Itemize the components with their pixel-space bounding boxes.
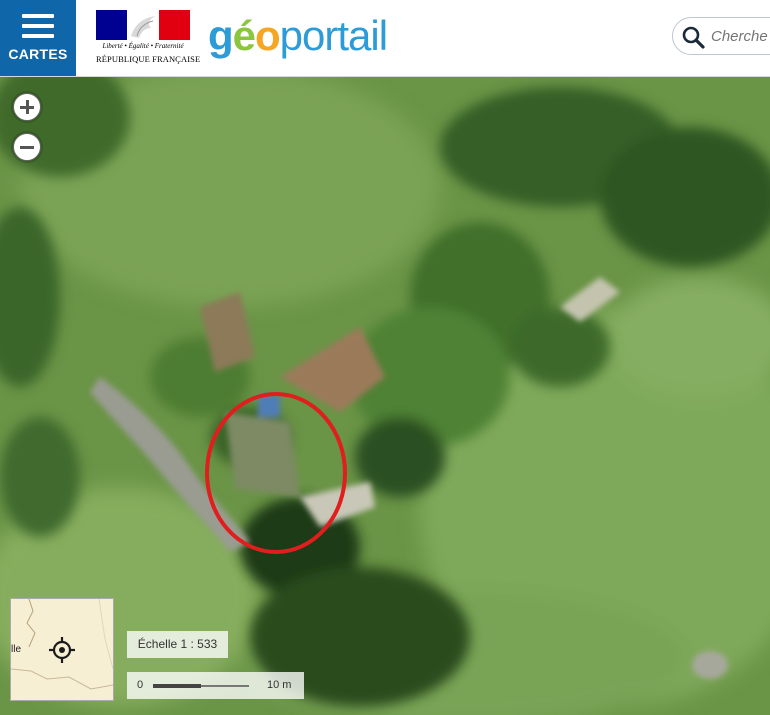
scale-bar: 0 10 m — [127, 672, 304, 699]
header-bar: CARTES Liberté • Égalité • Fraternité RÉ… — [0, 0, 770, 77]
scale-line — [153, 684, 249, 688]
zoom-in-button[interactable] — [13, 93, 41, 121]
menu-label: CARTES — [8, 46, 68, 62]
brand-part-e: é — [232, 12, 256, 59]
flag-icon — [96, 10, 190, 40]
aerial-map[interactable] — [0, 77, 770, 715]
minimap-place-label: lle — [11, 644, 22, 655]
menu-button[interactable]: CARTES — [0, 0, 76, 76]
logo-name: RÉPUBLIQUE FRANÇAISE — [96, 54, 201, 64]
overview-minimap[interactable]: lle — [10, 598, 114, 701]
hamburger-icon — [22, 14, 54, 38]
search-icon[interactable] — [681, 25, 705, 49]
brand-part-rest: portail — [279, 12, 388, 59]
zoom-out-button[interactable] — [13, 133, 41, 161]
brand-part-g: g — [208, 12, 234, 59]
aerial-imagery — [0, 77, 770, 715]
scale-end-label: 10 m — [267, 679, 292, 691]
search-box[interactable] — [672, 17, 770, 55]
republique-francaise-logo[interactable]: Liberté • Égalité • Fraternité RÉPUBLIQU… — [96, 10, 201, 66]
scale-start-label: 0 — [137, 679, 144, 691]
geoportail-logo[interactable]: géoportail — [208, 12, 388, 60]
scale-ratio: Échelle 1 : 533 — [127, 631, 228, 658]
logo-motto: Liberté • Égalité • Fraternité — [102, 42, 184, 50]
crosshair-icon[interactable] — [49, 637, 75, 663]
brand-part-o: o — [255, 12, 281, 59]
search-input[interactable] — [711, 24, 770, 48]
